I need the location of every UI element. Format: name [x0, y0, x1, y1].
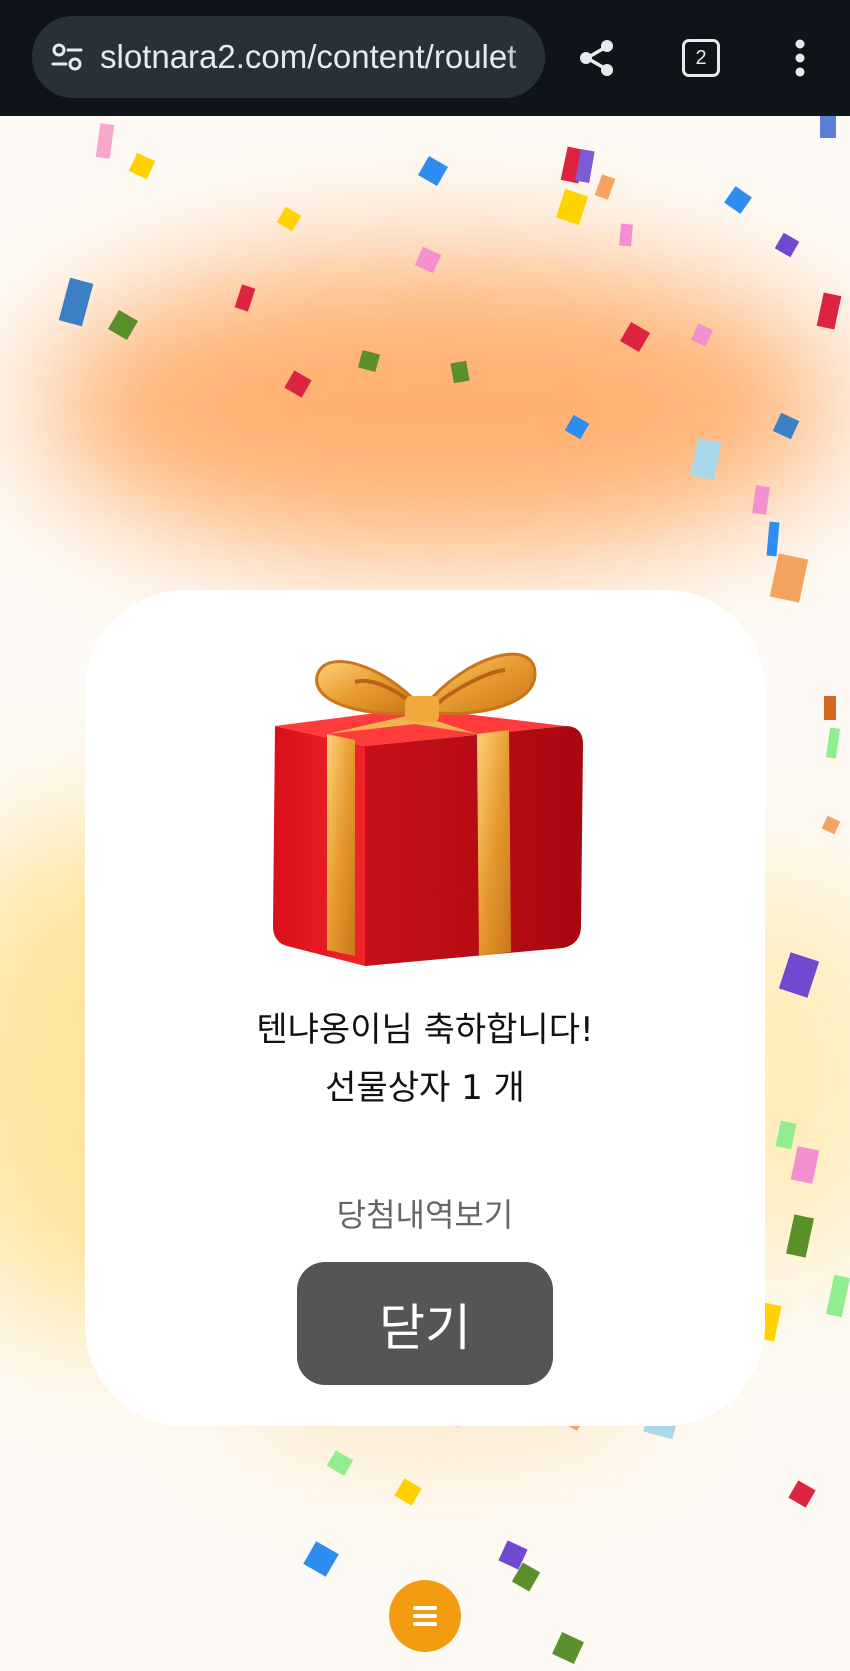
- prize-text: 선물상자 1 개: [325, 1068, 525, 1108]
- confetti-piece: [555, 189, 589, 225]
- congrats-text: 텐냐옹이님 축하합니다!: [256, 1010, 594, 1050]
- confetti-piece: [769, 553, 809, 603]
- close-button[interactable]: 닫기: [297, 1262, 553, 1385]
- confetti-piece: [825, 727, 841, 759]
- confetti-piece: [552, 1632, 584, 1664]
- share-icon: [580, 40, 613, 76]
- confetti-piece: [752, 485, 770, 515]
- confetti-piece: [594, 174, 616, 200]
- history-link[interactable]: 당첨내역보기: [85, 1190, 765, 1236]
- confetti-piece: [326, 1450, 354, 1476]
- more-vert-icon: [795, 39, 805, 77]
- confetti-piece: [450, 360, 470, 384]
- tabs-icon: 2: [682, 39, 720, 77]
- confetti-piece: [724, 186, 752, 214]
- confetti-piece: [821, 815, 841, 835]
- confetti-piece: [774, 232, 800, 258]
- confetti-piece: [820, 116, 836, 138]
- confetti-piece: [816, 292, 842, 330]
- url-text[interactable]: slotnara2.com/content/roulet: [100, 16, 516, 98]
- menu-icon: [413, 1606, 437, 1626]
- confetti-piece: [788, 1480, 816, 1508]
- address-bar[interactable]: slotnara2.com/content/roulet: [32, 16, 545, 98]
- confetti-piece: [128, 152, 156, 180]
- confetti-piece: [766, 521, 780, 557]
- gift-box-icon: [273, 652, 583, 966]
- confetti-piece: [417, 155, 449, 187]
- share-button[interactable]: [567, 28, 627, 88]
- tab-switcher-button[interactable]: 2: [671, 28, 731, 88]
- more-options-button[interactable]: [770, 28, 830, 88]
- browser-toolbar: slotnara2.com/content/roulet 2: [0, 0, 850, 116]
- confetti-piece: [824, 696, 836, 720]
- confetti-piece: [276, 206, 302, 232]
- menu-fab-button[interactable]: [389, 1580, 461, 1652]
- page-background: 텐냐옹이님 축하합니다! 선물상자 1 개 당첨내역보기 닫기: [0, 116, 850, 1671]
- confetti-piece: [394, 1478, 422, 1506]
- url-fade: [505, 16, 545, 98]
- confetti-piece: [619, 223, 633, 247]
- site-settings-icon[interactable]: [50, 40, 84, 74]
- confetti-piece: [826, 1274, 850, 1318]
- confetti-piece: [303, 1541, 339, 1577]
- confetti-piece: [95, 123, 115, 159]
- orange-glow: [40, 256, 840, 556]
- confetti-piece: [58, 277, 94, 327]
- prize-modal: 텐냐옹이님 축하합니다! 선물상자 1 개 당첨내역보기 닫기: [85, 590, 765, 1426]
